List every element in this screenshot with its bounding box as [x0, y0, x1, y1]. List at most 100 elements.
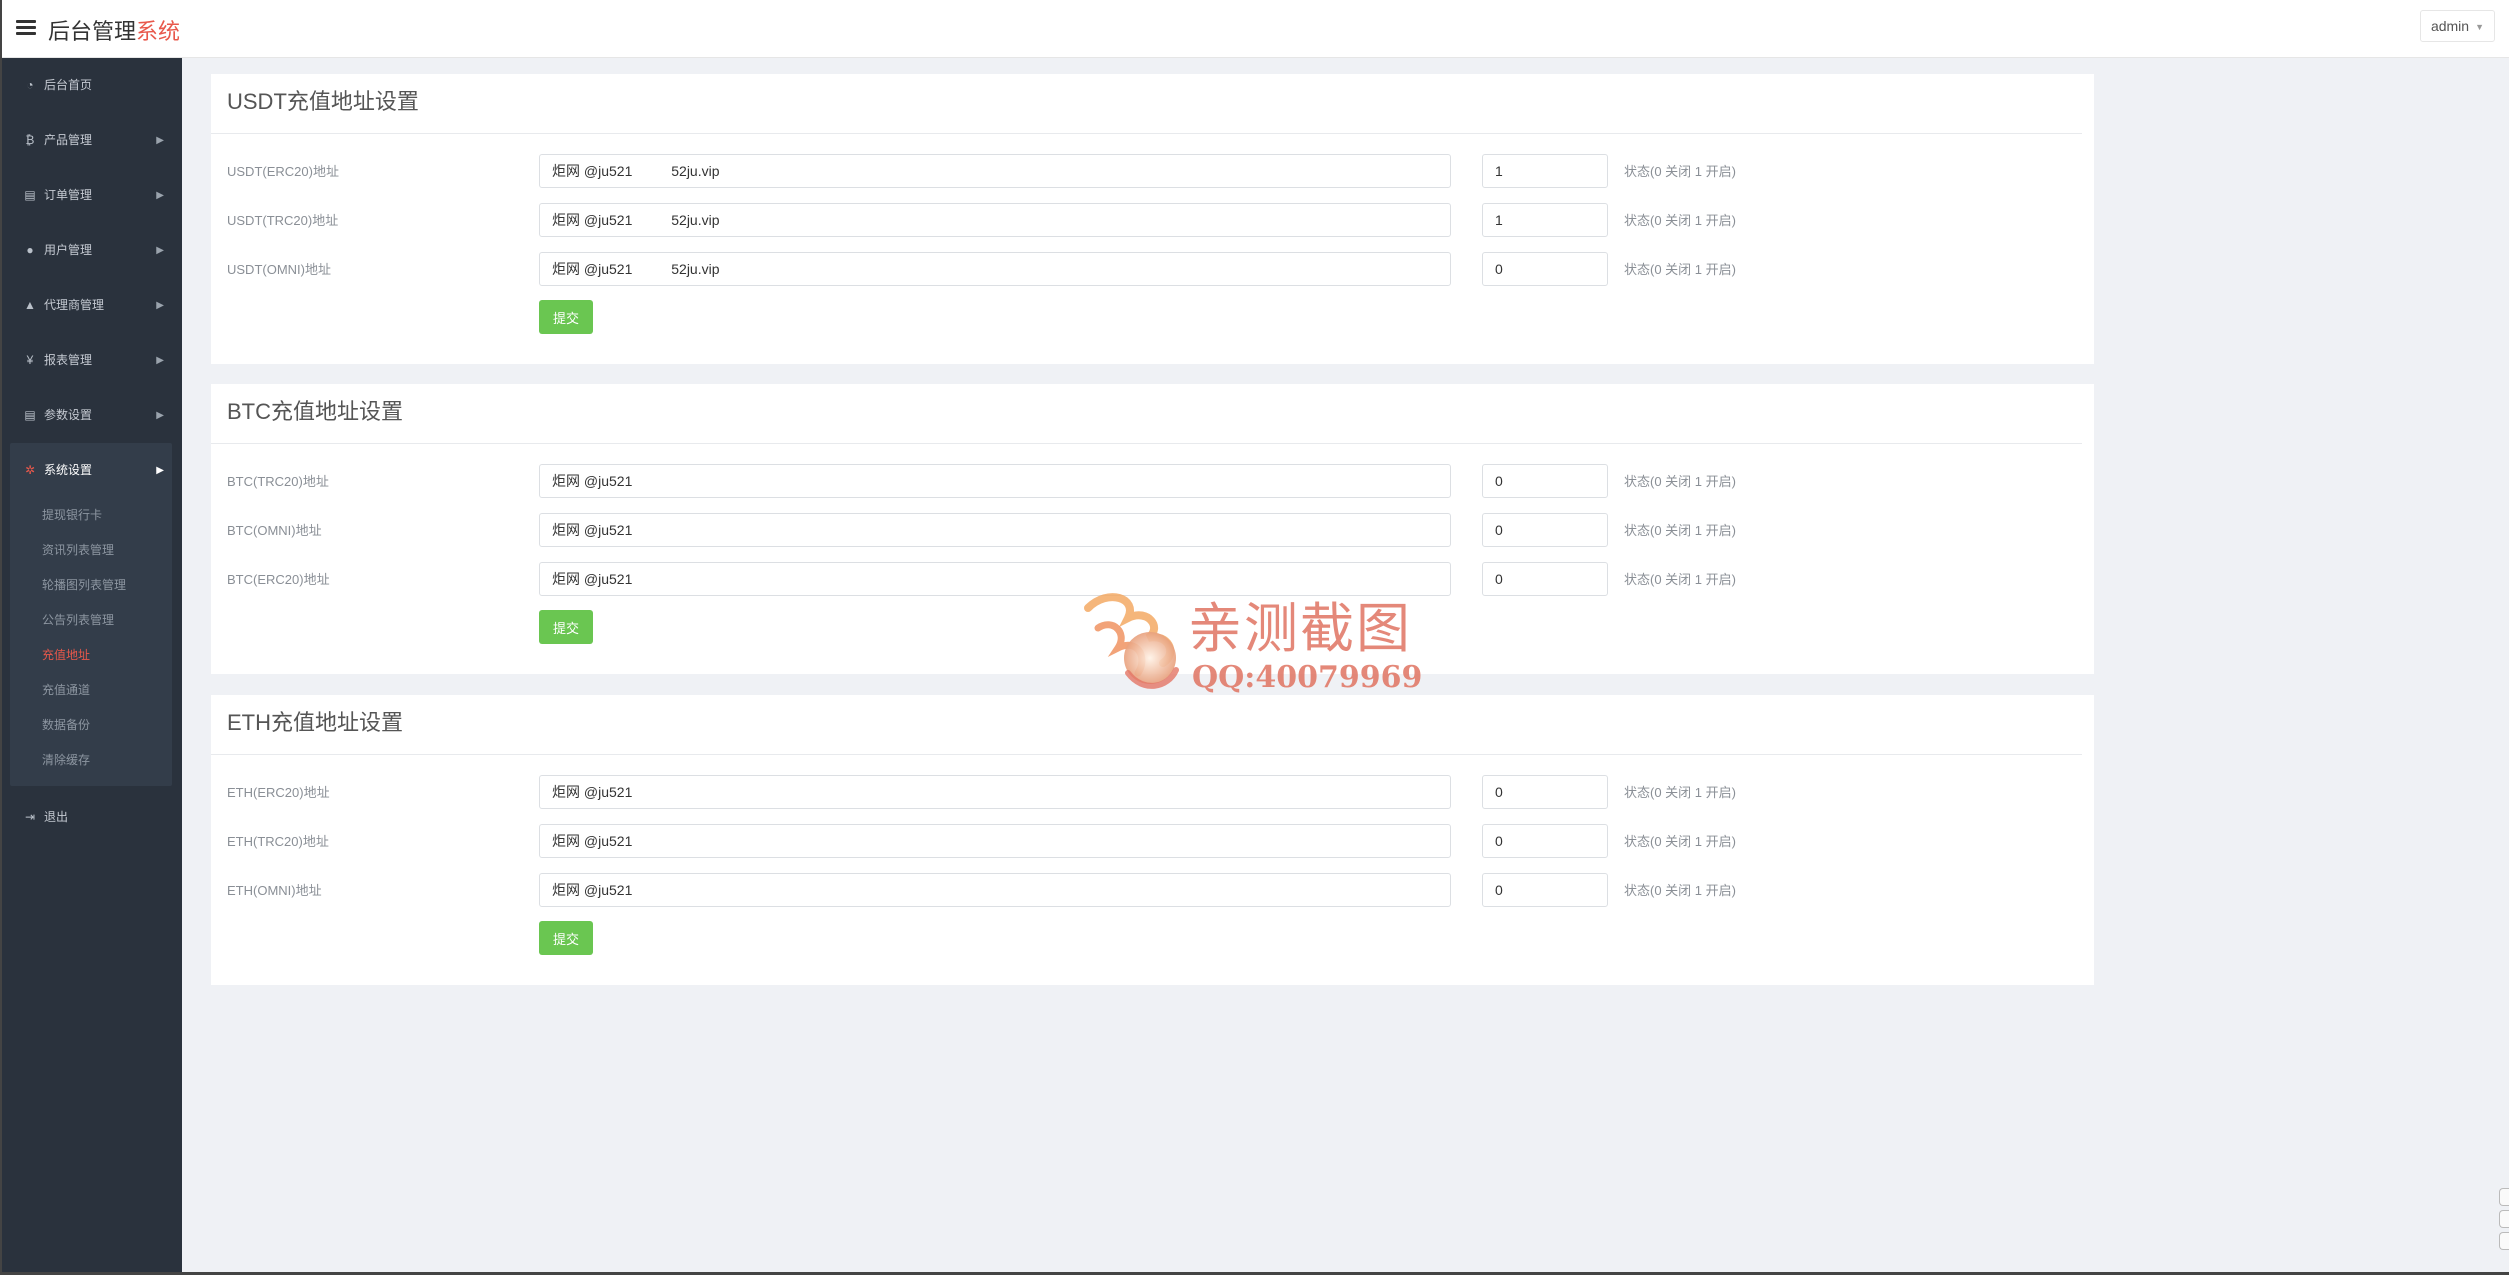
submit-button[interactable]: 提交 [539, 610, 593, 644]
panel-title: USDT充值地址设置 [211, 74, 2082, 134]
caret-right-icon: ▶ [156, 245, 164, 256]
submenu-item[interactable]: 充值地址 [10, 638, 172, 673]
status-hint: 状态(0 关闭 1 开启) [1624, 262, 1736, 277]
status-hint: 状态(0 关闭 1 开启) [1624, 213, 1736, 228]
address-label: USDT(TRC20)地址 [227, 213, 339, 228]
sidebar-item-label: 产品管理 [44, 133, 93, 147]
sidebar-item-5[interactable]: ¥ 报表管理 ▶ [0, 333, 182, 388]
status-input[interactable] [1482, 252, 1608, 286]
caret-right-icon: ▶ [156, 135, 164, 146]
caret-right-icon: ▶ [156, 465, 164, 476]
address-label: ETH(TRC20)地址 [227, 834, 329, 849]
status-input[interactable] [1482, 203, 1608, 237]
address-row: BTC(TRC20)地址 状态(0 关闭 1 开启) [211, 456, 2094, 505]
address-row: ETH(TRC20)地址 状态(0 关闭 1 开启) [211, 816, 2094, 865]
status-hint: 状态(0 关闭 1 开启) [1624, 572, 1736, 587]
address-row: USDT(ERC20)地址 状态(0 关闭 1 开启) [211, 146, 2094, 195]
caret-right-icon: ▶ [156, 300, 164, 311]
sidebar-item-0[interactable]: ◔ 后台首页 [0, 58, 182, 113]
address-label: BTC(OMNI)地址 [227, 523, 322, 538]
admin-username: admin [2430, 18, 2470, 34]
sidebar-item-label: 退出 [44, 810, 69, 824]
address-row: ETH(ERC20)地址 状态(0 关闭 1 开启) [211, 767, 2094, 816]
sidebar-item-label: 用户管理 [44, 243, 93, 257]
address-row: USDT(TRC20)地址 状态(0 关闭 1 开启) [211, 195, 2094, 244]
sidebar-item-label: 参数设置 [44, 408, 93, 422]
side-tool-tab[interactable] [2499, 1210, 2509, 1228]
signout-icon: ⇥ [24, 810, 36, 824]
sidebar-item-label: 订单管理 [44, 188, 93, 202]
submenu-item[interactable]: 充值通道 [10, 673, 172, 708]
submenu-item[interactable]: 清除缓存 [10, 743, 172, 778]
sidebar-item-label: 系统设置 [44, 463, 93, 477]
side-tool-tab[interactable] [2499, 1188, 2509, 1206]
sidebar-item-6[interactable]: ▤ 参数设置 ▶ [0, 388, 182, 443]
gears-icon: ✲ [24, 463, 36, 477]
hamburger-menu-icon[interactable] [16, 17, 36, 39]
status-input[interactable] [1482, 873, 1608, 907]
submenu-item[interactable]: 公告列表管理 [10, 603, 172, 638]
address-label: ETH(OMNI)地址 [227, 883, 322, 898]
panel-title: ETH充值地址设置 [211, 695, 2082, 755]
status-hint: 状态(0 关闭 1 开启) [1624, 883, 1736, 898]
sidebar-submenu: 提现银行卡 资讯列表管理 轮播图列表管理 公告列表管理 充值地址 充值通道 数据备份 清除缓存 [10, 498, 172, 786]
sidebar: ◔ 后台首页 ₿ 产品管理 ▶ ▤ 订单管理 ▶ ● 用户管理 ▶ ▲ 代理商管理 ▶ ¥ 报表管理 ▶ ▤ 参数设… [0, 58, 182, 1275]
address-input[interactable] [539, 562, 1451, 596]
address-input[interactable] [539, 824, 1451, 858]
status-input[interactable] [1482, 464, 1608, 498]
caret-right-icon: ▶ [156, 355, 164, 366]
sidebar-item-label: 代理商管理 [44, 298, 105, 312]
sidebar-item-4[interactable]: ▲ 代理商管理 ▶ [0, 278, 182, 333]
status-input[interactable] [1482, 775, 1608, 809]
address-label: ETH(ERC20)地址 [227, 785, 330, 800]
brand-title: 后台管理系统 [48, 14, 180, 46]
clipboard-icon: ▤ [24, 188, 36, 202]
address-label: USDT(ERC20)地址 [227, 164, 339, 179]
copy-icon: ▤ [24, 408, 36, 422]
submenu-item[interactable]: 资讯列表管理 [10, 533, 172, 568]
submit-button[interactable]: 提交 [539, 300, 593, 334]
top-bar: 后台管理系统 admin ▼ [0, 0, 2509, 58]
status-hint: 状态(0 关闭 1 开启) [1624, 785, 1736, 800]
status-hint: 状态(0 关闭 1 开启) [1624, 164, 1736, 179]
address-input[interactable] [539, 775, 1451, 809]
brand-main: 后台管理 [48, 19, 137, 44]
address-input[interactable] [539, 252, 1451, 286]
status-input[interactable] [1482, 824, 1608, 858]
address-input[interactable] [539, 203, 1451, 237]
status-hint: 状态(0 关闭 1 开启) [1624, 834, 1736, 849]
sidebar-item-2[interactable]: ▤ 订单管理 ▶ [0, 168, 182, 223]
sidebar-item-system-settings[interactable]: ✲ 系统设置 ▶ [10, 443, 172, 498]
status-hint: 状态(0 关闭 1 开启) [1624, 523, 1736, 538]
address-label: BTC(ERC20)地址 [227, 572, 330, 587]
status-hint: 状态(0 关闭 1 开启) [1624, 474, 1736, 489]
submenu-item[interactable]: 提现银行卡 [10, 498, 172, 533]
sidebar-group-system-settings: ✲ 系统设置 ▶ 提现银行卡 资讯列表管理 轮播图列表管理 公告列表管理 充值地址 充值通道数… [10, 443, 172, 786]
brand-accent: 系统 [136, 19, 181, 44]
address-row: BTC(OMNI)地址 状态(0 关闭 1 开启) [211, 505, 2094, 554]
agent-icon: ▲ [24, 298, 36, 312]
address-input[interactable] [539, 873, 1451, 907]
submenu-item[interactable]: 轮播图列表管理 [10, 568, 172, 603]
address-label: USDT(OMNI)地址 [227, 262, 331, 277]
address-input[interactable] [539, 464, 1451, 498]
status-input[interactable] [1482, 154, 1608, 188]
address-input[interactable] [539, 154, 1451, 188]
user-icon: ● [26, 243, 34, 257]
sidebar-item-logout[interactable]: ⇥ 退出 [0, 790, 182, 845]
submit-button[interactable]: 提交 [539, 921, 593, 955]
caret-right-icon: ▶ [156, 410, 164, 421]
side-tool-tab[interactable] [2499, 1232, 2509, 1250]
sidebar-item-label: 后台首页 [44, 78, 93, 92]
sidebar-item-3[interactable]: ● 用户管理 ▶ [0, 223, 182, 278]
bitcoin-icon: ₿ [25, 133, 35, 147]
status-input[interactable] [1482, 562, 1608, 596]
status-input[interactable] [1482, 513, 1608, 547]
submenu-item[interactable]: 数据备份 [10, 708, 172, 743]
admin-user-dropdown[interactable]: admin ▼ [2419, 10, 2495, 42]
sidebar-item-1[interactable]: ₿ 产品管理 ▶ [0, 113, 182, 168]
dashboard-icon: ◔ [26, 78, 34, 92]
sidebar-item-label: 报表管理 [44, 353, 93, 367]
address-input[interactable] [539, 513, 1451, 547]
address-label: BTC(TRC20)地址 [227, 474, 329, 489]
